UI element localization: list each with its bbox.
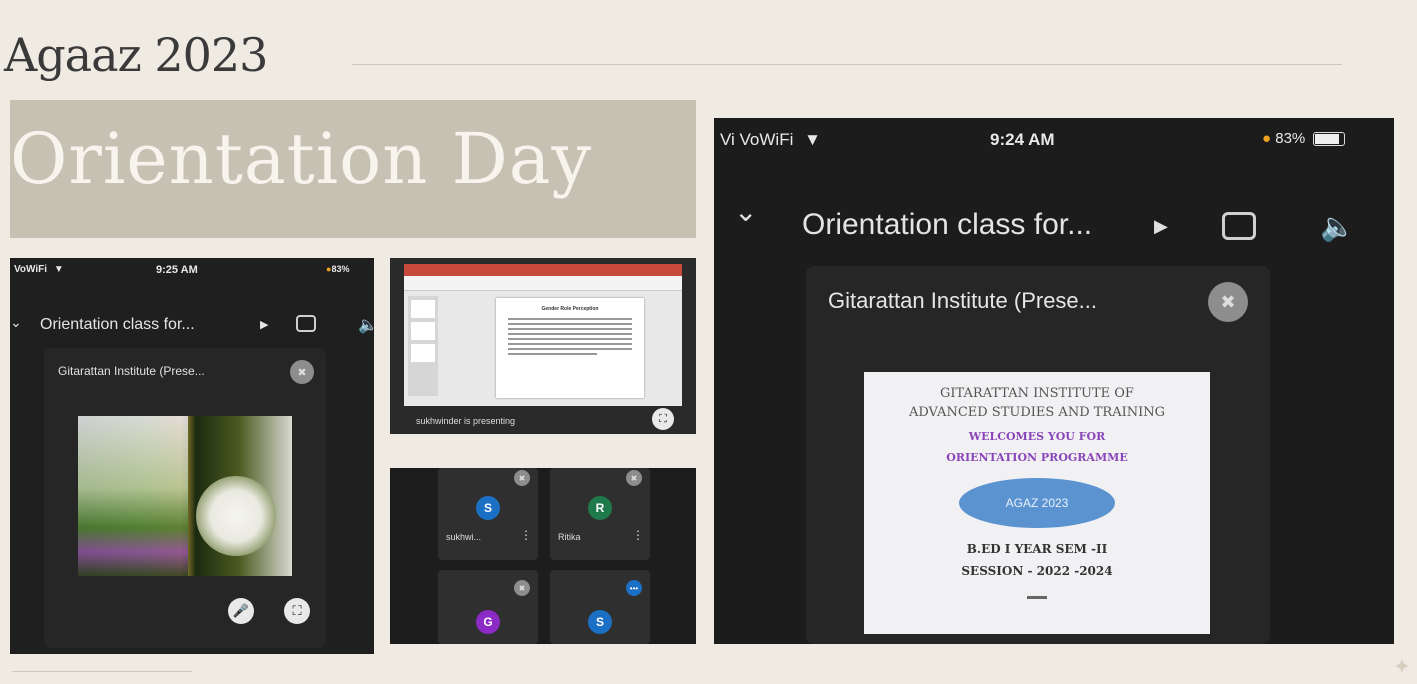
slide-line: WELCOMES YOU FOR — [968, 430, 1106, 443]
expand-button[interactable]: ⛶ — [652, 408, 674, 430]
switch-camera-icon[interactable] — [1222, 212, 1256, 240]
mic-off-icon: ✖ — [626, 470, 642, 486]
slide-line: ADVANCED STUDIES AND TRAINING — [908, 405, 1166, 420]
presenter-name: Gitarattan Institute (Prese... — [828, 288, 1098, 313]
slide-line: B.ED I YEAR SEM -II — [966, 542, 1108, 556]
participant-tile[interactable]: ✖ S sukhwi... ⋮ — [438, 468, 538, 560]
meeting-title[interactable]: Orientation class for... — [802, 208, 1092, 242]
slide-page: Gender Role Perception — [496, 298, 644, 398]
presentation-slide: GITARATTAN INSTITUTE OF ADVANCED STUDIES… — [864, 372, 1210, 634]
cloud-badge: AGAZ 2023 — [959, 478, 1115, 528]
participant-name: Ritika — [558, 532, 581, 542]
status-time: 9:24 AM — [990, 130, 1055, 149]
mic-off-icon: ✖ — [290, 360, 314, 384]
footer-divider — [12, 671, 192, 672]
status-battery: 83% — [331, 264, 350, 274]
wifi-icon: ▼ — [804, 130, 821, 149]
avatar: S — [588, 610, 612, 634]
slide-line: ORIENTATION PROGRAMME — [946, 451, 1128, 464]
presenter-name: Gitarattan Institute (Prese... — [58, 364, 205, 378]
page-heading: Agaaz 2023 — [4, 28, 268, 82]
status-battery: 83% — [1275, 130, 1306, 147]
slide-line: SESSION - 2022 -2024 — [961, 564, 1113, 578]
switch-camera-icon[interactable] — [296, 315, 316, 332]
mic-off-icon: ✖ — [1208, 282, 1248, 322]
banner-title: Orientation Day — [10, 118, 593, 200]
participants-screenshot: ✖ S sukhwi... ⋮ ✖ R Ritika ⋮ ✖ G ••• S — [390, 468, 696, 644]
mic-button[interactable]: 🎤 — [228, 598, 254, 624]
presentation-image — [78, 416, 292, 576]
slide-line: GITARATTAN INSTITUTE OF — [940, 386, 1134, 401]
presenter-tile: Gitarattan Institute (Prese... ✖ GITARAT… — [806, 266, 1270, 644]
participant-name: sukhwi... — [446, 532, 482, 542]
speaker-icon[interactable]: 🔈 — [358, 315, 374, 335]
status-network: VoWiFi — [14, 264, 48, 275]
mic-off-icon: ✖ — [514, 470, 530, 486]
presenter-tile: Gitarattan Institute (Prese... ✖ 🎤 ⛶ — [44, 348, 326, 648]
caret-right-icon[interactable]: ▶ — [260, 318, 268, 331]
slide-thumbnails — [408, 296, 438, 396]
battery-icon — [1313, 132, 1346, 147]
more-icon[interactable]: ⋮ — [520, 528, 532, 542]
speaking-indicator-icon: ••• — [626, 580, 642, 596]
more-icon[interactable]: ⋮ — [632, 528, 644, 542]
status-time: 9:25 AM — [156, 264, 198, 276]
mic-off-icon: ✖ — [514, 580, 530, 596]
slide-window: Gender Role Perception — [404, 264, 682, 406]
meeting-title[interactable]: Orientation class for... — [40, 316, 195, 334]
left-phone-screenshot: VoWiFi ▼ 9:25 AM ●83% ⌄ Orientation clas… — [10, 258, 374, 654]
presenting-label: sukhwinder is presenting — [416, 416, 516, 426]
participant-tile[interactable]: ✖ G — [438, 570, 538, 644]
participant-tile[interactable]: ••• S — [550, 570, 650, 644]
right-phone-screenshot: Vi VoWiFi ▼ 9:24 AM ● 83% ⌄ Orientation … — [714, 118, 1394, 644]
caret-right-icon[interactable]: ▶ — [1154, 216, 1168, 237]
avatar: S — [476, 496, 500, 520]
speaker-icon[interactable]: 🔈 — [1320, 210, 1355, 243]
avatar: G — [476, 610, 500, 634]
avatar: R — [588, 496, 612, 520]
page-indicator — [1027, 596, 1047, 599]
sparkle-icon: ✦ — [1392, 654, 1411, 679]
chevron-down-icon[interactable]: ⌄ — [10, 314, 22, 331]
status-network: Vi VoWiFi — [720, 130, 794, 149]
slide-title: Gender Role Perception — [541, 306, 599, 312]
fullscreen-button[interactable]: ⛶ — [284, 598, 310, 624]
screen-share-screenshot: Gender Role Perception sukhwinder is pre… — [390, 258, 696, 434]
wifi-icon: ▼ — [53, 264, 64, 275]
chevron-down-icon[interactable]: ⌄ — [734, 198, 757, 226]
participant-tile[interactable]: ✖ R Ritika ⋮ — [550, 468, 650, 560]
heading-divider — [352, 64, 1342, 65]
